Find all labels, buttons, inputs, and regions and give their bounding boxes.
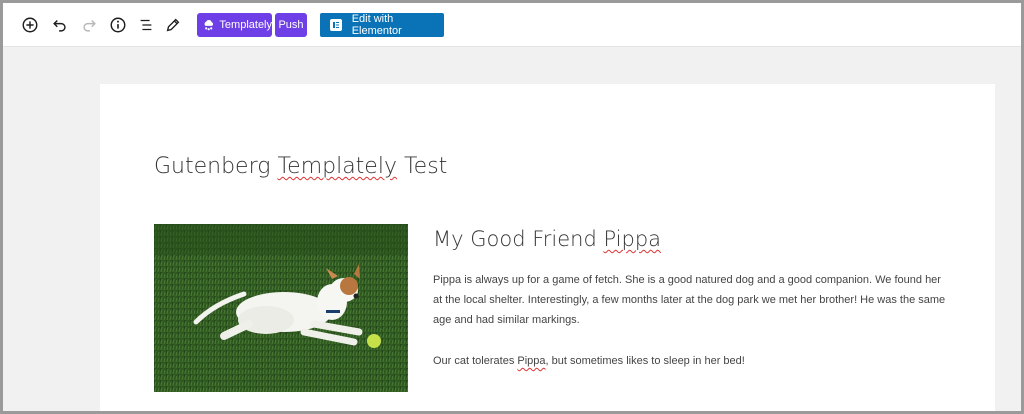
paragraph-2-start: Our cat tolerates xyxy=(433,355,518,367)
edit-pencil-icon[interactable] xyxy=(163,15,183,35)
post-title-start: Gutenberg xyxy=(154,154,278,179)
templately-button[interactable]: Templately xyxy=(197,13,272,37)
post-title-misspelled-word: Templately xyxy=(277,154,397,179)
paragraph-2-misspelled-word: Pippa xyxy=(517,355,546,367)
elementor-icon xyxy=(330,19,342,31)
editor-canvas: Gutenberg Templately Test My Good Friend… xyxy=(100,84,995,411)
post-title[interactable]: Gutenberg Templately Test xyxy=(154,154,447,179)
paragraph-1[interactable]: Pippa is always up for a game of fetch. … xyxy=(433,270,953,330)
push-button[interactable]: Push xyxy=(275,13,307,37)
elementor-label: Edit with Elementor xyxy=(351,13,402,37)
push-label: Push xyxy=(278,19,304,31)
outline-icon[interactable] xyxy=(136,15,156,35)
redo-icon[interactable] xyxy=(79,15,99,35)
edit-with-elementor-button[interactable]: Edit with Elementor xyxy=(320,13,444,37)
info-icon[interactable] xyxy=(108,15,128,35)
editor-frame: Templately Push Edit with Elementor Gute… xyxy=(0,0,1024,414)
post-content: My Good Friend Pippa Pippa is always up … xyxy=(433,224,953,371)
section-heading[interactable]: My Good Friend Pippa xyxy=(433,227,953,251)
dog-image[interactable] xyxy=(154,224,408,392)
paragraph-2-end: , but sometimes likes to sleep in her be… xyxy=(545,355,745,367)
dog-photo xyxy=(154,224,408,392)
post-title-end: Test xyxy=(396,154,448,179)
undo-icon[interactable] xyxy=(50,15,70,35)
templately-label: Templately xyxy=(219,19,272,31)
editor-toolbar: Templately Push Edit with Elementor xyxy=(3,3,1021,47)
heading-misspelled-word: Pippa xyxy=(603,227,662,251)
paragraph-2[interactable]: Our cat tolerates Pippa, but sometimes l… xyxy=(433,351,953,371)
templately-logo-icon xyxy=(204,19,214,31)
heading-start: My Good Friend xyxy=(433,227,604,251)
add-block-icon[interactable] xyxy=(20,15,40,35)
